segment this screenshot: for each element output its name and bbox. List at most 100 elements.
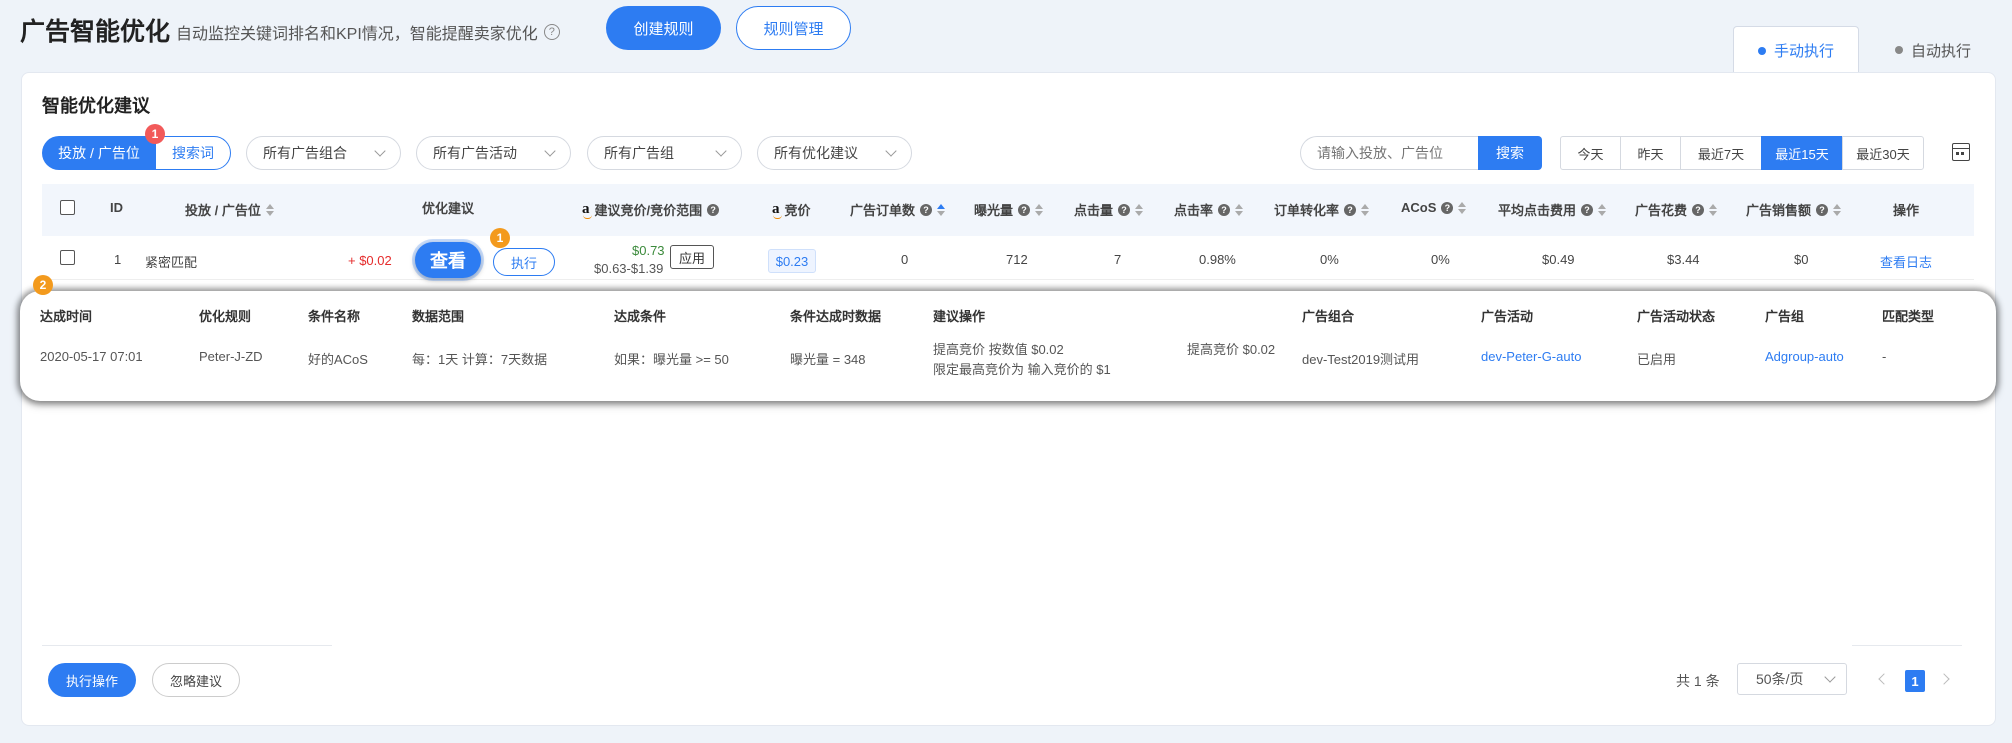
- date-7days[interactable]: 最近7天: [1680, 136, 1762, 170]
- ignore-suggestion-button[interactable]: 忽略建议: [152, 663, 240, 697]
- col-target[interactable]: 投放 / 广告位: [185, 200, 274, 219]
- search-input[interactable]: [1300, 136, 1480, 170]
- page-number-current[interactable]: 1: [1905, 670, 1925, 692]
- execute-action-button[interactable]: 执行操作: [48, 663, 136, 697]
- detail-col-range: 数据范围: [412, 309, 465, 324]
- detail-col-time: 达成时间: [40, 309, 93, 324]
- view-button[interactable]: 查看: [415, 242, 481, 278]
- detail-col-data: 条件达成时数据: [790, 309, 882, 324]
- bid-value[interactable]: $0.23: [768, 249, 816, 273]
- suggested-bid: $0.73: [632, 243, 665, 258]
- col-cpc[interactable]: 平均点击费用?: [1498, 200, 1607, 219]
- detail-badge: 2: [33, 275, 53, 295]
- portfolio-dropdown-label: 所有广告组合: [263, 145, 347, 161]
- manual-dot-icon: [1757, 46, 1766, 55]
- detail-portfolio: dev-Test2019测试用: [1302, 352, 1420, 367]
- help-icon: ?: [707, 203, 720, 216]
- search-button[interactable]: 搜索: [1478, 136, 1542, 170]
- page-title: 广告智能优化: [20, 18, 171, 46]
- view-log-link[interactable]: 查看日志: [1880, 252, 1932, 271]
- date-today[interactable]: 今天: [1560, 136, 1621, 170]
- sort-icon: [1361, 203, 1370, 216]
- tab-manual[interactable]: 手动执行: [1733, 26, 1859, 74]
- execute-badge: 1: [490, 228, 510, 248]
- row-checkbox[interactable]: [60, 250, 75, 265]
- row-impressions: 712: [1006, 252, 1028, 267]
- tab-manual-label: 手动执行: [1773, 43, 1834, 60]
- help-icon: ?: [1441, 201, 1454, 214]
- detail-col-rule: 优化规则: [199, 309, 252, 324]
- col-impressions[interactable]: 曝光量?: [974, 200, 1044, 219]
- sort-icon: [1598, 203, 1607, 216]
- detail-rule: Peter-J-ZD: [199, 349, 263, 364]
- col-orders[interactable]: 广告订单数?: [850, 200, 946, 219]
- detail-campaign-link[interactable]: dev-Peter-G-auto: [1481, 349, 1581, 364]
- col-clicks[interactable]: 点击量?: [1074, 200, 1144, 219]
- detail-adgroup-link[interactable]: Adgroup-auto: [1765, 349, 1844, 364]
- tab-auto-label: 自动执行: [1910, 42, 1971, 60]
- row-cpc: $0.49: [1542, 252, 1575, 267]
- detail-col-portfolio: 广告组合: [1302, 309, 1355, 324]
- help-icon: ?: [1218, 203, 1231, 216]
- tab-auto[interactable]: 自动执行: [1870, 26, 1996, 74]
- date-30days[interactable]: 最近30天: [1842, 136, 1924, 170]
- amazon-icon: a: [772, 201, 782, 219]
- help-icon: ?: [1018, 203, 1031, 216]
- manage-rule-button[interactable]: 规则管理: [736, 6, 851, 50]
- detail-col-match: 匹配类型: [1882, 309, 1935, 324]
- detail-op-line1: 提高竞价 按数值 $0.02: [933, 342, 1064, 357]
- detail-col-op: 建议操作: [933, 309, 986, 324]
- total-count: 共 1 条: [1676, 673, 1720, 689]
- detail-op-line2: 限定最高竞价为 输入竞价的 $1: [933, 362, 1111, 377]
- sort-icon: [1135, 203, 1144, 216]
- col-bid: a 竞价: [772, 201, 811, 219]
- apply-button[interactable]: 应用: [670, 245, 714, 269]
- card-title: 智能优化建议: [42, 96, 150, 116]
- page-size-label: 50条/页: [1756, 671, 1804, 687]
- row-cvr: 0%: [1320, 252, 1339, 267]
- help-icon[interactable]: ?: [543, 24, 560, 40]
- detail-col-adgroup: 广告组: [1765, 309, 1805, 324]
- footer-divider-right: [1852, 645, 1962, 646]
- chevron-down-icon: [885, 145, 897, 157]
- col-sales[interactable]: 广告销售额?: [1746, 200, 1842, 219]
- col-cvr[interactable]: 订单转化率?: [1274, 200, 1370, 219]
- detail-range: 每：1天 计算：7天数据: [412, 352, 548, 367]
- create-rule-button[interactable]: 创建规则: [606, 6, 721, 50]
- adgroup-dropdown[interactable]: 所有广告组: [587, 136, 742, 170]
- help-icon: ?: [1581, 203, 1594, 216]
- col-bid-range: a 建议竞价/竞价范围?: [582, 200, 720, 219]
- date-15days[interactable]: 最近15天: [1761, 136, 1843, 170]
- detail-cond-name: 好的ACoS: [308, 352, 368, 367]
- row-ctr: 0.98%: [1199, 252, 1236, 267]
- suggestion-dropdown-label: 所有优化建议: [774, 145, 858, 161]
- execute-button[interactable]: 执行: [493, 248, 555, 276]
- col-ctr[interactable]: 点击率?: [1174, 200, 1244, 219]
- detail-data: 曝光量 = 348: [790, 352, 866, 367]
- segment-search-term[interactable]: 搜索词: [155, 136, 231, 170]
- help-icon: ?: [1692, 203, 1705, 216]
- row-id: 1: [114, 252, 122, 267]
- portfolio-dropdown[interactable]: 所有广告组合: [246, 136, 401, 170]
- campaign-dropdown[interactable]: 所有广告活动: [416, 136, 571, 170]
- select-all-checkbox[interactable]: [60, 200, 75, 215]
- page-subtitle: 自动监控关键词排名和KPI情况，智能提醒卖家优化: [176, 26, 538, 43]
- suggestion-dropdown[interactable]: 所有优化建议: [757, 136, 912, 170]
- help-icon: ?: [1118, 203, 1131, 216]
- col-spend[interactable]: 广告花费?: [1635, 200, 1718, 219]
- sort-icon: [1235, 203, 1244, 216]
- footer-divider-left: [42, 645, 332, 646]
- help-icon: ?: [1344, 203, 1357, 216]
- detail-col-cond-name: 条件名称: [308, 309, 361, 324]
- col-action: 操作: [1893, 203, 1920, 218]
- help-icon: ?: [920, 203, 933, 216]
- date-yesterday[interactable]: 昨天: [1620, 136, 1681, 170]
- row-sales: $0: [1794, 252, 1809, 267]
- segment-targeting[interactable]: 投放 / 广告位: [42, 136, 156, 170]
- calendar-icon[interactable]: [1952, 143, 1970, 161]
- col-id: ID: [110, 200, 123, 215]
- page-size-select[interactable]: 50条/页: [1737, 663, 1847, 695]
- col-acos[interactable]: ACoS?: [1401, 200, 1467, 215]
- row-orders: 0: [901, 252, 909, 267]
- chevron-down-icon: [1824, 671, 1836, 683]
